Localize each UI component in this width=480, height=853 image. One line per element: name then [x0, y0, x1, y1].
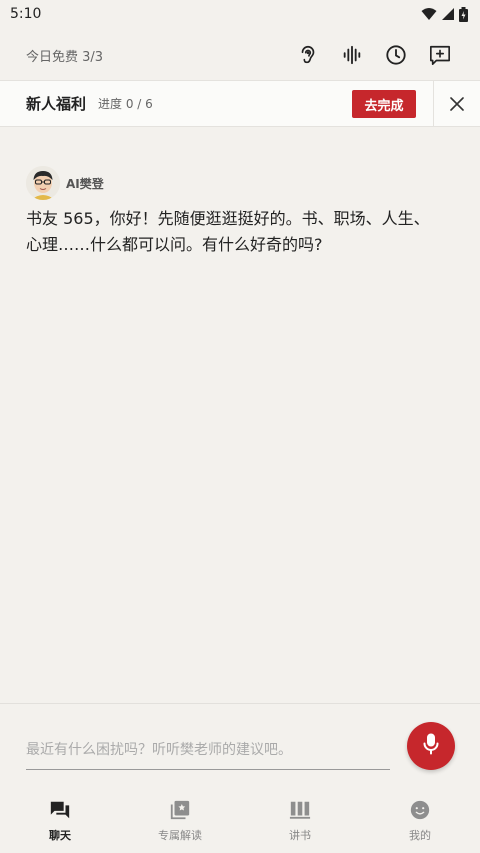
message-header: AI樊登 [26, 166, 436, 200]
message-input[interactable]: 最近有什么困扰吗？听听樊老师的建议吧。 [26, 728, 390, 770]
history-clock-icon[interactable] [384, 43, 408, 67]
nav-item-chat[interactable]: 聊天 [0, 788, 120, 853]
message-text: 书友 565，你好！先随便逛逛挺好的。书、职场、人生、心理……什么都可以问。有什… [26, 209, 430, 254]
signal-icon [441, 7, 455, 21]
status-bar: 5:10 [0, 0, 480, 28]
nav-label-chat: 聊天 [49, 829, 71, 842]
voice-wave-icon[interactable] [340, 43, 364, 67]
microphone-icon [421, 733, 441, 759]
voice-input-button[interactable] [407, 722, 455, 770]
top-bar: 今日免费 3/3 [0, 30, 480, 80]
sender-name: AI樊登 [66, 176, 104, 191]
avatar [26, 166, 60, 200]
nav-label-books: 讲书 [289, 829, 311, 842]
chat-message: AI樊登 书友 565，你好！先随便逛逛挺好的。书、职场、人生、心理……什么都可… [26, 166, 436, 258]
new-chat-icon[interactable] [428, 43, 452, 67]
input-area: 最近有什么困扰吗？听听樊老师的建议吧。 [0, 703, 480, 788]
banner-progress: 进度 0 / 6 [98, 97, 153, 111]
top-actions [296, 43, 452, 67]
banner-title: 新人福利 [26, 95, 87, 113]
nav-label-mine: 我的 [409, 829, 431, 842]
new-user-banner: 新人福利 进度 0 / 6 去完成 [0, 80, 480, 127]
ear-icon[interactable] [296, 43, 320, 67]
banner-divider [433, 81, 434, 127]
status-time: 5:10 [10, 6, 42, 22]
status-icons [421, 6, 468, 22]
nav-item-books[interactable]: 讲书 [240, 788, 360, 853]
nav-item-mine[interactable]: 我的 [360, 788, 480, 853]
battery-icon [459, 6, 468, 22]
collection-icon [168, 798, 192, 822]
nav-item-exclusive[interactable]: 专属解读 [120, 788, 240, 853]
books-icon [288, 798, 312, 822]
bottom-nav: 聊天 专属解读 讲书 我的 [0, 788, 480, 853]
free-count-label: 今日免费 3/3 [26, 49, 104, 65]
close-icon[interactable] [446, 93, 468, 115]
nav-label-exclusive: 专属解读 [158, 829, 202, 842]
wifi-icon [421, 7, 437, 21]
complete-button[interactable]: 去完成 [352, 90, 416, 118]
face-icon [408, 798, 432, 822]
chat-icon [48, 798, 72, 822]
